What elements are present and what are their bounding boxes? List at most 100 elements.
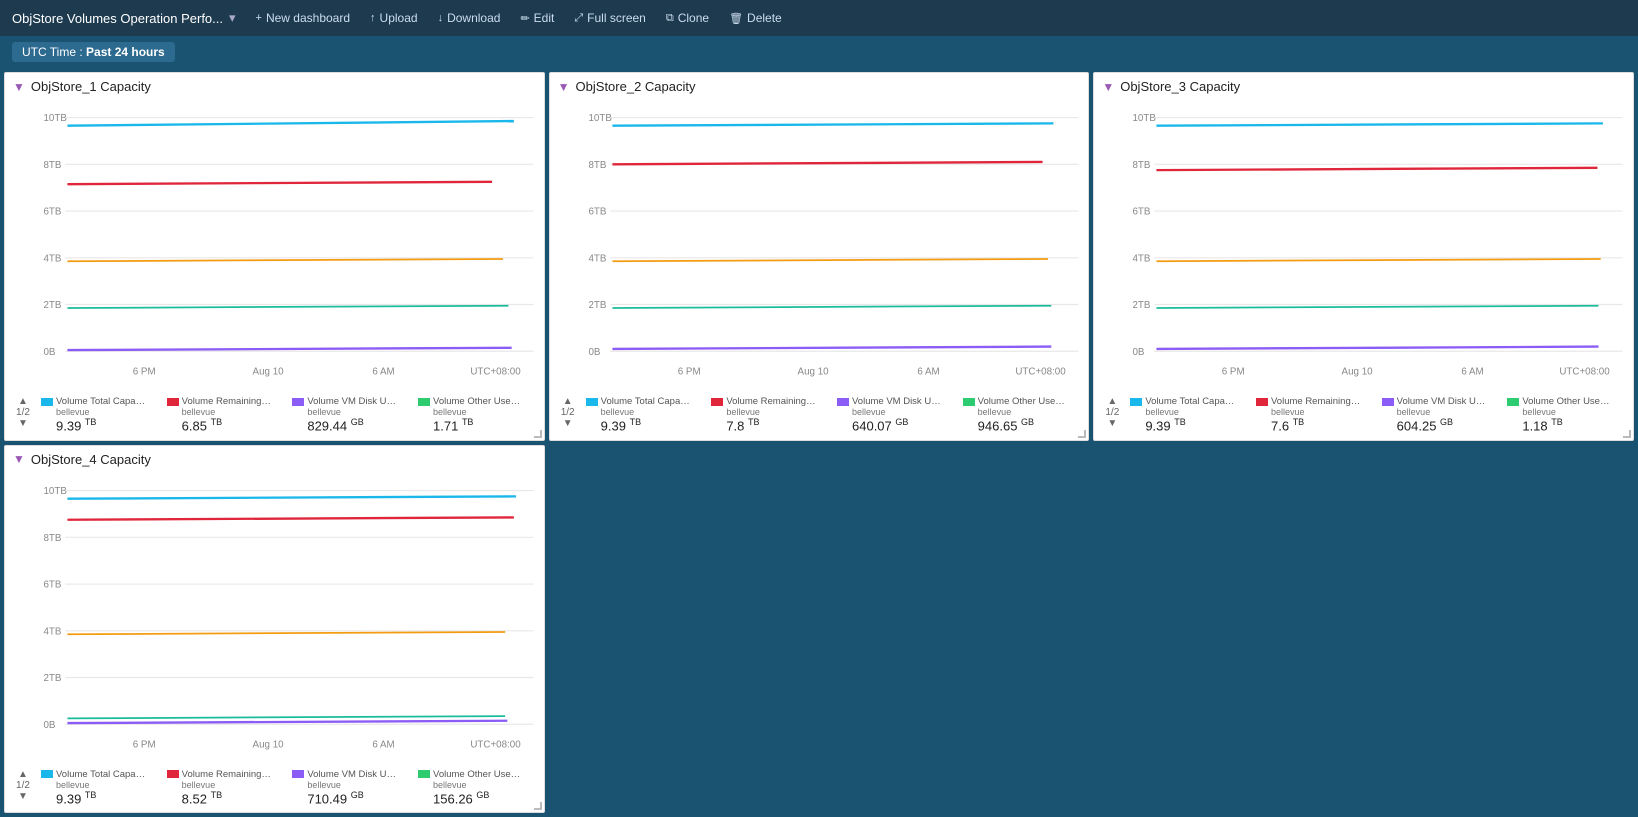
panel-1-header: ▼ ObjStore_1 Capacity bbox=[5, 73, 544, 96]
svg-text:8TB: 8TB bbox=[1133, 160, 1151, 171]
edit-icon: ✏ bbox=[520, 12, 529, 25]
panel-4-legend: ▲ 1/2 ▼ Volume Total Capacit... bellevue… bbox=[5, 765, 544, 812]
svg-text:6 PM: 6 PM bbox=[1222, 366, 1245, 377]
panel-2-legend: ▲ 1/2 ▼ Volume Total Capacit... bellevue… bbox=[550, 392, 1089, 439]
legend-sub-3-3: bellevue bbox=[1397, 407, 1500, 417]
clone-icon: ⧉ bbox=[666, 12, 674, 25]
panel-objstore-2: ▼ ObjStore_2 Capacity 10TB 8TB 6TB 4TB 2… bbox=[549, 72, 1090, 441]
fullscreen-button[interactable]: ⤢ Full screen bbox=[566, 8, 654, 28]
delete-button[interactable]: 🗑 Delete bbox=[721, 8, 790, 28]
upload-icon: ↑ bbox=[370, 12, 376, 24]
legend-color-purple-1 bbox=[292, 398, 304, 406]
legend-label-3-2: Volume Remaining Cap... bbox=[1271, 396, 1361, 407]
panel-1-legend-nav[interactable]: ▲ 1/2 ▼ bbox=[13, 396, 33, 429]
legend-label-4-4: Volume Other Used Ca... bbox=[433, 769, 523, 780]
svg-text:4TB: 4TB bbox=[43, 253, 61, 264]
delete-label: Delete bbox=[747, 11, 782, 25]
svg-text:6 AM: 6 AM bbox=[1462, 366, 1484, 377]
svg-text:10TB: 10TB bbox=[43, 113, 67, 124]
legend-label-2-2: Volume Remaining Cap... bbox=[726, 396, 816, 407]
legend-sub-2-1: bellevue bbox=[601, 407, 704, 417]
time-prefix: UTC Time : bbox=[22, 45, 86, 59]
filter-icon-4[interactable]: ▼ bbox=[13, 452, 25, 466]
legend-color-blue-2 bbox=[586, 398, 598, 406]
svg-text:10TB: 10TB bbox=[588, 113, 612, 124]
legend-color-purple-3 bbox=[1382, 398, 1394, 406]
svg-text:Aug 10: Aug 10 bbox=[1342, 366, 1373, 377]
svg-text:2TB: 2TB bbox=[588, 300, 606, 311]
top-bar: ObjStore Volumes Operation Perfo... ▾ + … bbox=[0, 0, 1638, 36]
svg-text:2TB: 2TB bbox=[43, 672, 61, 683]
title-chevron-icon[interactable]: ▾ bbox=[229, 10, 236, 26]
legend-label-2-4: Volume Other Used Ca... bbox=[978, 396, 1068, 407]
legend-label-4-2: Volume Remaining Cap... bbox=[182, 769, 272, 780]
panel-1-resize-handle[interactable] bbox=[534, 430, 542, 438]
panel-2-legend-item-1: Volume Total Capacit... bellevue 9.39 TB bbox=[586, 396, 704, 433]
panel-objstore-4: ▼ ObjStore_4 Capacity 10TB 8TB 6TB 4TB 2… bbox=[4, 445, 545, 814]
legend-color-blue-4 bbox=[41, 770, 53, 778]
panel-1-chart: 10TB 8TB 6TB 4TB 2TB 0B bbox=[5, 96, 544, 392]
panel-1-legend-item-1: Volume Total Capacit... bellevue 9.39 TB bbox=[41, 396, 159, 433]
upload-label: Upload bbox=[380, 11, 418, 25]
fullscreen-label: Full screen bbox=[587, 11, 646, 25]
panel-1-legend-item-2: Volume Remaining Cap... bellevue 6.85 TB bbox=[167, 396, 285, 433]
svg-text:0B: 0B bbox=[1133, 346, 1145, 357]
upload-button[interactable]: ↑ Upload bbox=[362, 8, 426, 28]
panel-objstore-3: ▼ ObjStore_3 Capacity 10TB 8TB 6TB 4TB 2… bbox=[1093, 72, 1634, 441]
filter-icon-1[interactable]: ▼ bbox=[13, 80, 25, 94]
svg-text:0B: 0B bbox=[588, 346, 600, 357]
panel-3-legend-item-1: Volume Total Capacit... bellevue 9.39 TB bbox=[1130, 396, 1248, 433]
panel-4-legend-item-2: Volume Remaining Cap... bellevue 8.52 TB bbox=[167, 769, 285, 806]
svg-text:6 AM: 6 AM bbox=[372, 739, 394, 750]
legend-sub-2-2: bellevue bbox=[726, 407, 829, 417]
time-value: Past 24 hours bbox=[86, 45, 165, 59]
legend-label-1-4: Volume Other Used Ca... bbox=[433, 396, 523, 407]
panel-3-resize-handle[interactable] bbox=[1623, 430, 1631, 438]
panel-4-header: ▼ ObjStore_4 Capacity bbox=[5, 446, 544, 469]
download-button[interactable]: ↓ Download bbox=[430, 8, 509, 28]
panel-4-legend-nav[interactable]: ▲ 1/2 ▼ bbox=[13, 769, 33, 802]
legend-value-1-3: 829.44 GB bbox=[307, 417, 410, 433]
panel-2-page: 1/2 bbox=[561, 407, 575, 418]
legend-color-red-1 bbox=[167, 398, 179, 406]
panel-3-legend-nav[interactable]: ▲ 1/2 ▼ bbox=[1102, 396, 1122, 429]
legend-value-1-2: 6.85 TB bbox=[182, 417, 285, 433]
legend-color-green-1 bbox=[418, 398, 430, 406]
legend-color-blue-1 bbox=[41, 398, 53, 406]
svg-text:8TB: 8TB bbox=[43, 160, 61, 171]
svg-text:Aug 10: Aug 10 bbox=[253, 366, 284, 377]
svg-text:UTC+08:00: UTC+08:00 bbox=[1560, 366, 1611, 377]
filter-icon-3[interactable]: ▼ bbox=[1102, 80, 1114, 94]
panel-2-legend-item-2: Volume Remaining Cap... bellevue 7.8 TB bbox=[711, 396, 829, 433]
legend-sub-4-4: bellevue bbox=[433, 780, 536, 790]
svg-text:Aug 10: Aug 10 bbox=[797, 366, 828, 377]
panel-1-legend: ▲ 1/2 ▼ Volume Total Capacit... bellevue… bbox=[5, 392, 544, 439]
time-badge[interactable]: UTC Time : Past 24 hours bbox=[12, 42, 175, 62]
svg-text:UTC+08:00: UTC+08:00 bbox=[470, 739, 521, 750]
legend-value-2-4: 946.65 GB bbox=[978, 417, 1081, 433]
legend-color-green-3 bbox=[1507, 398, 1519, 406]
svg-text:2TB: 2TB bbox=[1133, 300, 1151, 311]
legend-label-1-1: Volume Total Capacit... bbox=[56, 396, 146, 407]
legend-label-1-3: Volume VM Disk Used ... bbox=[307, 396, 397, 407]
panel-3-legend: ▲ 1/2 ▼ Volume Total Capacit... bellevue… bbox=[1094, 392, 1633, 439]
filter-icon-2[interactable]: ▼ bbox=[558, 80, 570, 94]
panel-2-legend-nav[interactable]: ▲ 1/2 ▼ bbox=[558, 396, 578, 429]
clone-button[interactable]: ⧉ Clone bbox=[658, 8, 717, 28]
new-dashboard-button[interactable]: + New dashboard bbox=[248, 8, 359, 28]
plus-icon: + bbox=[256, 12, 262, 24]
panel-3-legend-item-3: Volume VM Disk Used ... bellevue 604.25 … bbox=[1382, 396, 1500, 433]
svg-text:8TB: 8TB bbox=[588, 160, 606, 171]
legend-color-red-4 bbox=[167, 770, 179, 778]
fullscreen-icon: ⤢ bbox=[574, 12, 583, 25]
panel-4-legend-item-4: Volume Other Used Ca... bellevue 156.26 … bbox=[418, 769, 536, 806]
legend-label-1-2: Volume Remaining Cap... bbox=[182, 396, 272, 407]
panel-objstore-1: ▼ ObjStore_1 Capacity 10TB 8TB 6TB 4TB 2… bbox=[4, 72, 545, 441]
legend-label-3-4: Volume Other Used Ca... bbox=[1522, 396, 1612, 407]
svg-text:UTC+08:00: UTC+08:00 bbox=[470, 366, 521, 377]
panel-2-resize-handle[interactable] bbox=[1078, 430, 1086, 438]
edit-button[interactable]: ✏ Edit bbox=[512, 8, 562, 28]
panel-4-resize-handle[interactable] bbox=[534, 802, 542, 810]
dashboard-title: ObjStore Volumes Operation Perfo... bbox=[12, 11, 223, 26]
legend-sub-1-1: bellevue bbox=[56, 407, 159, 417]
